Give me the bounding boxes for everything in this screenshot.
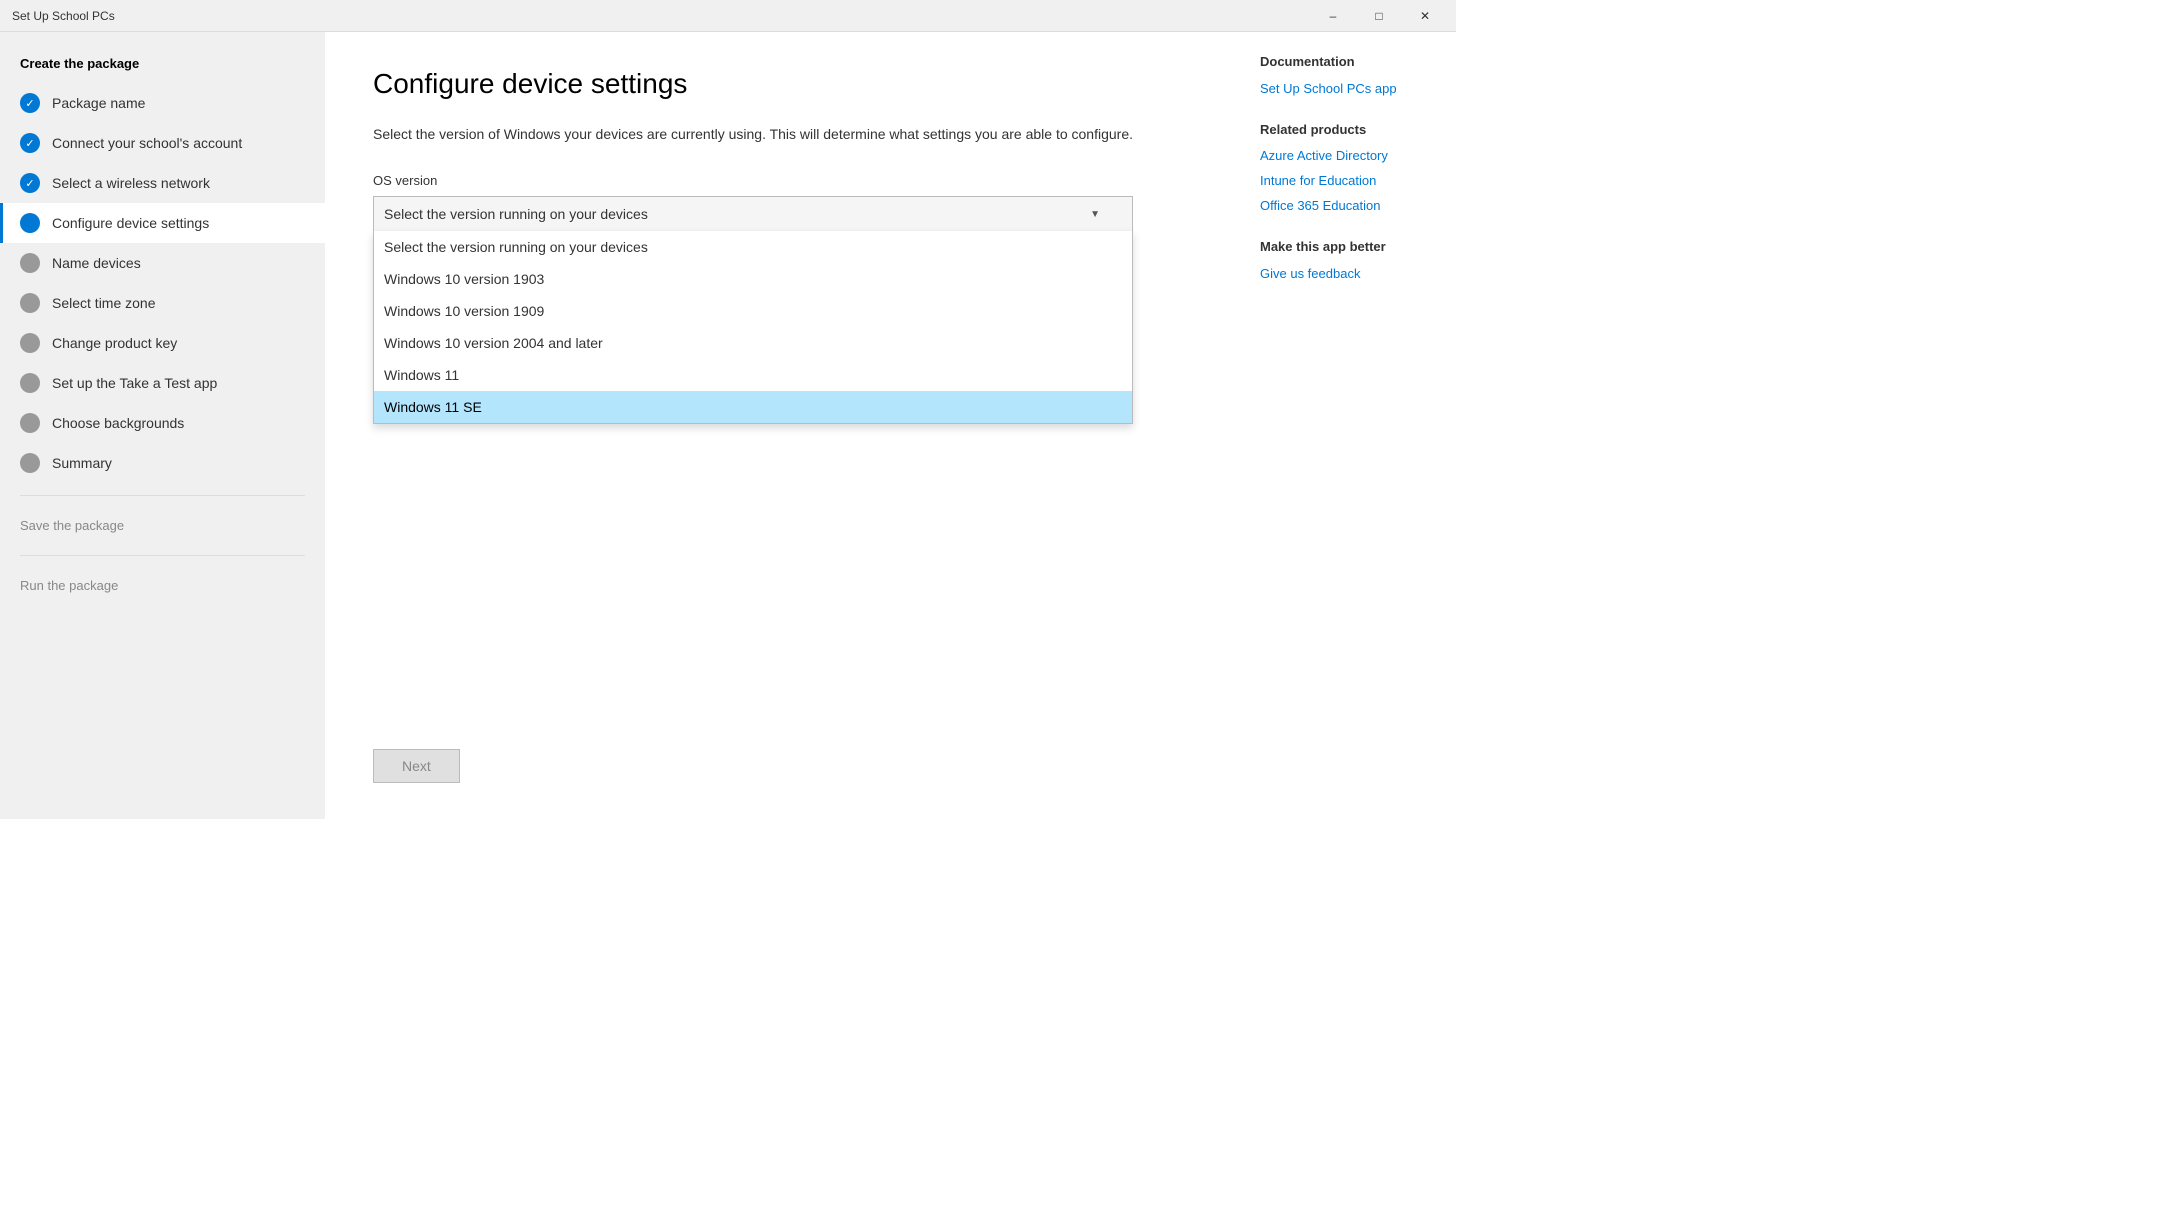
dropdown-option-win11-se[interactable]: Windows 11 SE — [374, 391, 1132, 423]
next-button[interactable]: Next — [373, 749, 460, 783]
dropdown-option-win10-2004[interactable]: Windows 10 version 2004 and later — [374, 327, 1132, 359]
minimize-button[interactable]: – — [1310, 0, 1356, 32]
related-link-intune[interactable]: Intune for Education — [1260, 171, 1432, 192]
sidebar-item-timezone[interactable]: Select time zone — [0, 283, 325, 323]
dot-icon-timezone — [20, 293, 40, 313]
sidebar-label-backgrounds: Choose backgrounds — [52, 415, 184, 431]
dropdown-option-win10-1909[interactable]: Windows 10 version 1909 — [374, 295, 1132, 327]
app-body: Create the package ✓ Package name ✓ Conn… — [0, 32, 1456, 819]
sidebar-label-product-key: Change product key — [52, 335, 177, 351]
sidebar-label-configure-device: Configure device settings — [52, 215, 209, 231]
dropdown-arrow-icon: ▼ — [1090, 209, 1100, 220]
sidebar: Create the package ✓ Package name ✓ Conn… — [0, 32, 325, 819]
sidebar-label-timezone: Select time zone — [52, 295, 156, 311]
window-title: Set Up School PCs — [12, 9, 115, 23]
sidebar-item-configure-device[interactable]: Configure device settings — [0, 203, 325, 243]
maximize-button[interactable]: □ — [1356, 0, 1402, 32]
sidebar-label-wireless: Select a wireless network — [52, 175, 210, 191]
dot-icon-summary — [20, 453, 40, 473]
close-button[interactable]: ✕ — [1402, 0, 1448, 32]
window-controls: – □ ✕ — [1310, 0, 1448, 32]
sidebar-label-name-devices: Name devices — [52, 255, 141, 271]
dropdown-option-win11[interactable]: Windows 11 — [374, 359, 1132, 391]
sidebar-item-connect-school[interactable]: ✓ Connect your school's account — [0, 123, 325, 163]
main-content: Configure device settings Select the ver… — [325, 32, 1236, 819]
sidebar-label-summary: Summary — [52, 455, 112, 471]
os-version-dropdown-container: Select the version running on your devic… — [373, 196, 1133, 232]
check-icon-package-name: ✓ — [20, 93, 40, 113]
sidebar-item-take-test[interactable]: Set up the Take a Test app — [0, 363, 325, 403]
related-link-office365[interactable]: Office 365 Education — [1260, 196, 1432, 217]
dropdown-selected-text: Select the version running on your devic… — [384, 206, 648, 222]
dropdown-option-win10-1903[interactable]: Windows 10 version 1903 — [374, 263, 1132, 295]
right-panel: Documentation Set Up School PCs app Rela… — [1236, 32, 1456, 819]
related-section-title: Related products — [1260, 120, 1432, 141]
dropdown-option-placeholder[interactable]: Select the version running on your devic… — [374, 231, 1132, 263]
related-link-azure[interactable]: Azure Active Directory — [1260, 146, 1432, 167]
dot-icon-configure-device — [20, 213, 40, 233]
page-description: Select the version of Windows your devic… — [373, 124, 1133, 145]
section-save-label: Save the package — [0, 508, 325, 543]
doc-section-title: Documentation — [1260, 52, 1432, 73]
doc-link[interactable]: Set Up School PCs app — [1260, 79, 1432, 100]
section-run-label: Run the package — [0, 568, 325, 603]
os-version-label: OS version — [373, 173, 1188, 188]
sidebar-label-connect-school: Connect your school's account — [52, 135, 242, 151]
sidebar-item-name-devices[interactable]: Name devices — [0, 243, 325, 283]
dot-icon-name-devices — [20, 253, 40, 273]
feedback-section-title: Make this app better — [1260, 237, 1432, 258]
sidebar-item-package-name[interactable]: ✓ Package name — [0, 83, 325, 123]
sidebar-label-package-name: Package name — [52, 95, 145, 111]
dropdown-list: Select the version running on your devic… — [373, 231, 1133, 424]
os-version-dropdown[interactable]: Select the version running on your devic… — [373, 196, 1133, 232]
page-title: Configure device settings — [373, 68, 1188, 100]
dot-icon-take-test — [20, 373, 40, 393]
sidebar-item-summary[interactable]: Summary — [0, 443, 325, 483]
titlebar: Set Up School PCs – □ ✕ — [0, 0, 1456, 32]
feedback-link[interactable]: Give us feedback — [1260, 264, 1432, 285]
footer-bar: Next — [373, 749, 460, 783]
check-icon-wireless: ✓ — [20, 173, 40, 193]
check-icon-connect-school: ✓ — [20, 133, 40, 153]
section-create-label: Create the package — [0, 56, 325, 83]
sidebar-item-wireless[interactable]: ✓ Select a wireless network — [0, 163, 325, 203]
sidebar-divider-2 — [20, 555, 305, 556]
dot-icon-backgrounds — [20, 413, 40, 433]
sidebar-divider-1 — [20, 495, 305, 496]
sidebar-item-backgrounds[interactable]: Choose backgrounds — [0, 403, 325, 443]
dot-icon-product-key — [20, 333, 40, 353]
sidebar-label-take-test: Set up the Take a Test app — [52, 375, 217, 391]
sidebar-item-product-key[interactable]: Change product key — [0, 323, 325, 363]
